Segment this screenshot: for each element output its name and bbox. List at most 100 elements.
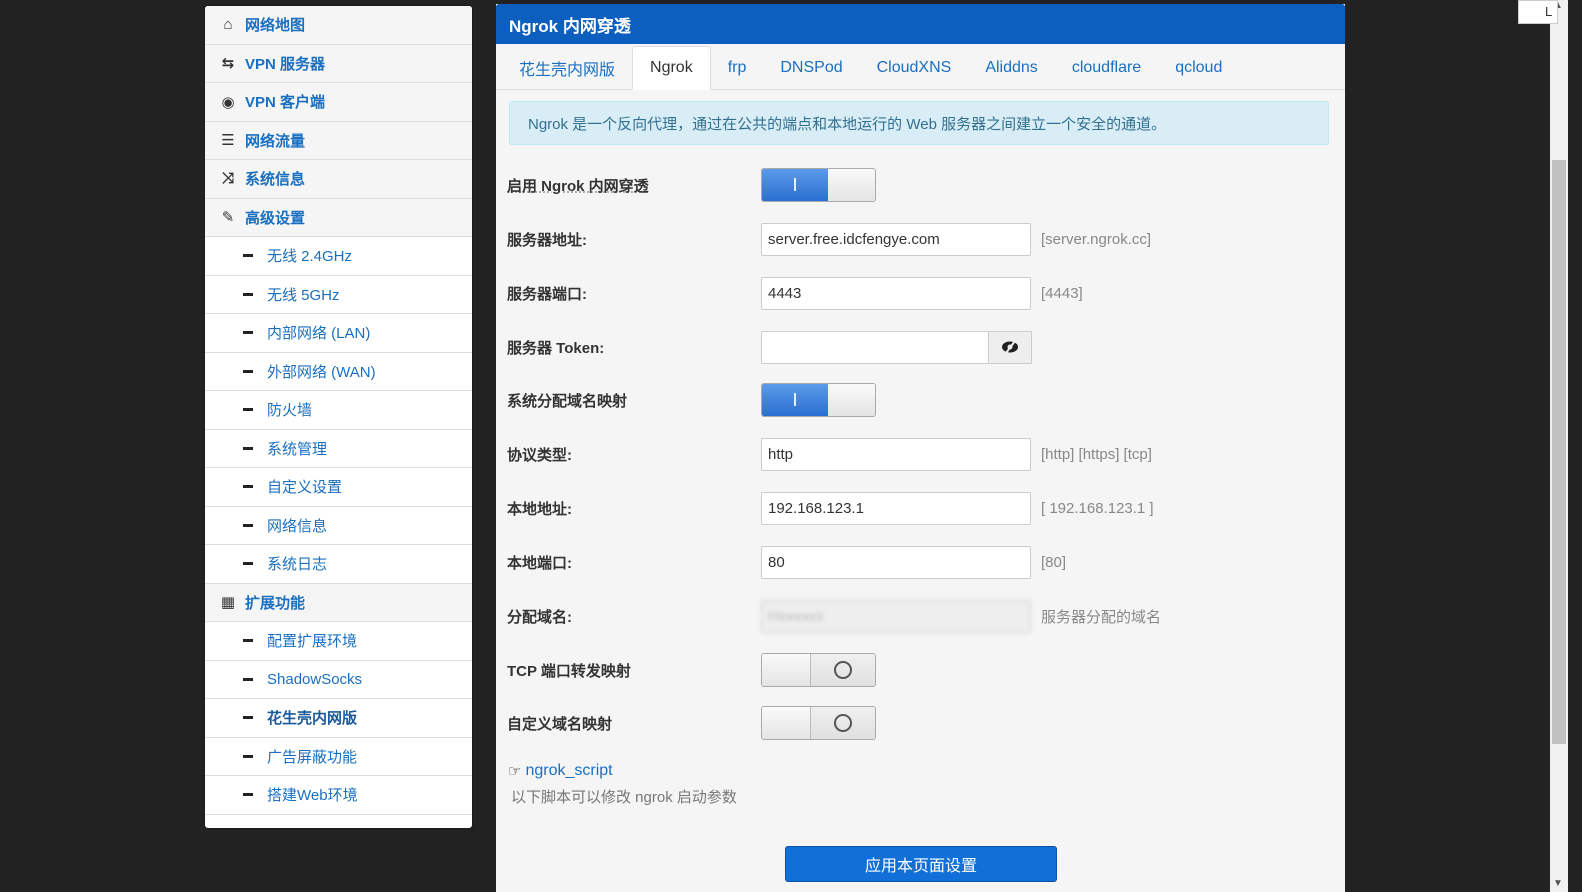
server-addr-label: 服务器地址: xyxy=(507,231,587,249)
tab[interactable]: DNSPod xyxy=(763,47,859,89)
corner-tab[interactable]: L xyxy=(1518,0,1558,24)
minus-icon xyxy=(243,408,253,412)
hand-pointer-icon: ☞ xyxy=(508,763,522,780)
sidebar-item[interactable]: 无线 5GHz xyxy=(205,275,472,314)
sidebar-item[interactable]: 系统管理 xyxy=(205,429,472,468)
token-input[interactable] xyxy=(761,330,989,364)
local-port-label: 本地端口: xyxy=(507,554,572,572)
minus-icon xyxy=(243,562,253,566)
row-domain: 分配域名: Hxxxxxx 服务器分配的域名 xyxy=(507,598,1161,634)
sidebar-item[interactable]: ▦ 扩展功能 xyxy=(205,583,472,622)
sidebar-item-label: 广告屏蔽功能 xyxy=(267,748,358,766)
sidebar-item-label: 无线 5GHz xyxy=(267,286,340,304)
server-icon: ☰ xyxy=(221,132,235,150)
sidebar-item[interactable]: ShadowSocks xyxy=(205,660,472,699)
scrollbar-thumb[interactable] xyxy=(1552,160,1566,744)
sidebar-item[interactable]: 无线 2.4GHz xyxy=(205,237,472,276)
minus-icon xyxy=(243,793,253,797)
sidebar-item[interactable]: ⤨ 系统信息 xyxy=(205,160,472,199)
sidebar-item[interactable]: 系统日志 xyxy=(205,545,472,584)
minus-icon xyxy=(243,292,253,296)
minus-icon xyxy=(243,485,253,489)
sidebar-item[interactable]: ⇆ VPN 服务器 xyxy=(205,44,472,83)
row-tcp: TCP 端口转发映射 xyxy=(507,652,876,688)
local-port-input[interactable]: 80 xyxy=(761,545,1031,579)
tab[interactable]: Aliddns xyxy=(968,47,1054,89)
sidebar-item[interactable]: 搭建Web环境 xyxy=(205,776,472,815)
tcp-label: TCP 端口转发映射 xyxy=(507,662,631,680)
sidebar-item-label: ShadowSocks xyxy=(267,670,363,688)
sidebar-item-label: 内部网络 (LAN) xyxy=(267,325,371,343)
tab[interactable]: frp xyxy=(711,47,764,89)
sidebar-item-label: 配置扩展环境 xyxy=(267,633,358,651)
sidebar-item[interactable]: ◉ VPN 客户端 xyxy=(205,83,472,122)
sidebar-item[interactable]: ✎ 高级设置 xyxy=(205,198,472,237)
sidebar-item-label: 自定义设置 xyxy=(267,479,343,497)
script-link[interactable]: ngrok_script xyxy=(525,762,612,780)
eye-icon[interactable] xyxy=(989,330,1032,364)
server-addr-hint: [server.ngrok.cc] xyxy=(1041,230,1152,248)
home-icon: ⌂ xyxy=(223,16,233,34)
apply-button[interactable]: 应用本页面设置 xyxy=(785,846,1057,882)
minus-icon xyxy=(243,446,253,450)
local-port-hint: [80] xyxy=(1041,553,1067,571)
sidebar-item[interactable]: 网络信息 xyxy=(205,506,472,545)
protocol-hint: [http] [https] [tcp] xyxy=(1041,445,1152,463)
local-addr-input[interactable]: 192.168.123.1 xyxy=(761,491,1031,525)
local-addr-label: 本地地址: xyxy=(507,500,572,518)
tab[interactable]: qcloud xyxy=(1158,47,1239,89)
minus-icon xyxy=(243,754,253,758)
sidebar-item-label: VPN 客户端 xyxy=(245,94,326,112)
off-circle-icon xyxy=(834,714,852,732)
sidebar-item[interactable]: 自定义设置 xyxy=(205,468,472,507)
sidebar-item-label: 系统信息 xyxy=(245,171,306,189)
sidebar-item-label: 搭建Web环境 xyxy=(267,787,358,805)
sidebar-item[interactable]: 配置扩展环境 xyxy=(205,622,472,661)
sidebar-item[interactable]: 广告屏蔽功能 xyxy=(205,737,472,776)
tab[interactable]: Ngrok xyxy=(632,46,711,90)
protocol-input[interactable]: http xyxy=(761,437,1031,471)
row-protocol: 协议类型: http [http] [https] [tcp] xyxy=(507,436,1152,472)
minus-icon xyxy=(243,369,253,373)
server-port-hint: [4443] xyxy=(1041,284,1083,302)
sidebar-item[interactable]: 内部网络 (LAN) xyxy=(205,314,472,353)
tab[interactable]: 花生壳内网版 xyxy=(502,47,632,89)
tab[interactable]: CloudXNS xyxy=(860,47,969,89)
local-addr-hint: [ 192.168.123.1 ] xyxy=(1041,499,1154,517)
sidebar: ⌂ 网络地图 ⇆ VPN 服务器 ◉ VPN 客户端 ☰ 网络流量 ⤨ 系统信息 ✎ 高级设置 无线 2… xyxy=(205,6,472,828)
custom-domain-toggle[interactable] xyxy=(761,706,876,740)
sidebar-item-label: 系统日志 xyxy=(267,556,328,574)
sidebar-item[interactable]: 花生壳内网版 xyxy=(205,699,472,738)
server-port-label: 服务器端口: xyxy=(507,285,587,303)
auto-domain-label: 系统分配域名映射 xyxy=(507,392,628,410)
row-local-addr: 本地地址: 192.168.123.1 [ 192.168.123.1 ] xyxy=(507,490,1154,526)
info-alert: Ngrok 是一个反向代理，通过在公共的端点和本地运行的 Web 服务器之间建立… xyxy=(509,101,1329,145)
enable-label: 启用 Ngrok 内网穿透 xyxy=(507,177,649,195)
server-addr-input[interactable]: server.free.idcfengye.com xyxy=(761,222,1031,256)
tab[interactable]: cloudflare xyxy=(1055,47,1158,89)
sidebar-item-label: 网络地图 xyxy=(245,17,306,35)
tcp-toggle[interactable] xyxy=(761,653,876,687)
domain-hint: 服务器分配的域名 xyxy=(1041,608,1162,626)
row-server-port: 服务器端口: 4443 [4443] xyxy=(507,275,1083,311)
server-port-input[interactable]: 4443 xyxy=(761,276,1031,310)
sidebar-item[interactable]: ☰ 网络流量 xyxy=(205,121,472,160)
domain-input: Hxxxxxx xyxy=(761,599,1031,633)
minus-icon xyxy=(243,677,253,681)
sidebar-item[interactable]: 防火墙 xyxy=(205,391,472,430)
sidebar-item[interactable]: ⌂ 网络地图 xyxy=(205,6,472,45)
minus-icon xyxy=(243,254,253,258)
minus-icon xyxy=(243,331,253,335)
script-desc: 以下脚本可以修改 ngrok 启动参数 xyxy=(511,789,737,806)
main-panel: Ngrok 内网穿透 花生壳内网版 Ngrok frp DNSPod CloudXNS A… xyxy=(496,4,1345,892)
off-circle-icon xyxy=(834,661,852,679)
scroll-down-icon[interactable]: ▼ xyxy=(1553,878,1563,889)
minus-icon xyxy=(243,716,253,720)
auto-domain-toggle[interactable]: I xyxy=(761,383,876,417)
sidebar-item[interactable]: 外部网络 (WAN) xyxy=(205,352,472,391)
sidebar-item-label: 花生壳内网版 xyxy=(267,710,358,728)
row-custom-domain: 自定义域名映射 xyxy=(507,705,876,741)
enable-toggle[interactable]: I xyxy=(761,168,876,202)
row-token: 服务器 Token: xyxy=(507,329,1032,365)
row-auto-domain: 系统分配域名映射 I xyxy=(507,382,876,418)
